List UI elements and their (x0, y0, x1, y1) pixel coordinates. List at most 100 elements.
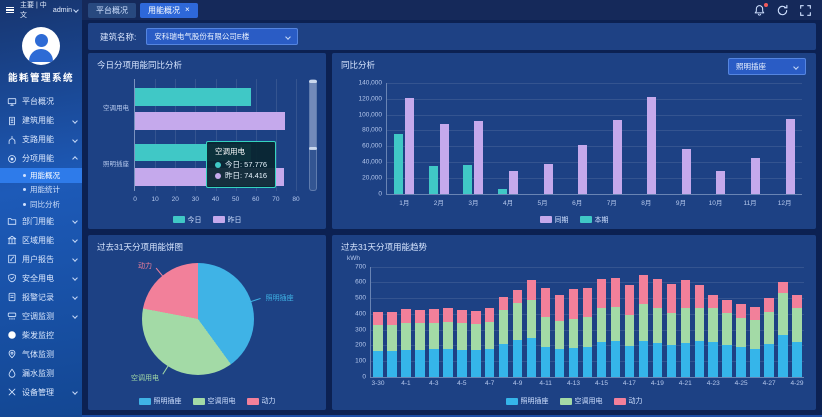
sidebar-item[interactable]: 漏水监测 (0, 364, 82, 383)
stacked-bar[interactable] (541, 267, 551, 378)
stacked-bar[interactable] (653, 267, 663, 378)
stacked-bar[interactable] (429, 267, 439, 378)
stacked-bar[interactable] (583, 267, 593, 378)
sidebar-item[interactable]: 分项用能 (0, 149, 82, 168)
stacked-bar[interactable] (611, 267, 621, 378)
stacked-bar[interactable] (401, 267, 411, 378)
tab[interactable]: 用能概况× (140, 3, 198, 18)
bar-slot (608, 267, 622, 378)
stacked-bar[interactable] (750, 267, 760, 378)
bar[interactable] (474, 121, 483, 194)
legend-item[interactable]: 空调用电 (193, 396, 236, 406)
building-select[interactable]: 安科瑞电气股份有限公司E楼 (146, 28, 298, 45)
legend-item[interactable]: 动力 (247, 396, 276, 406)
bar[interactable] (498, 189, 507, 194)
stacked-bar[interactable] (778, 267, 788, 378)
stacked-bar[interactable] (792, 267, 802, 378)
stacked-bar[interactable] (457, 267, 467, 378)
sidebar-item[interactable]: 柴发监控 (0, 326, 82, 345)
tab[interactable]: 平台概况 (88, 3, 136, 18)
stacked-bar[interactable] (764, 267, 774, 378)
bar-slot (748, 267, 762, 378)
bar[interactable] (463, 165, 472, 194)
stacked-bar[interactable] (736, 267, 746, 378)
x-tick-label: 30 (192, 196, 199, 203)
sidebar-subitem[interactable]: 用能概况 (0, 168, 82, 183)
stacked-bar[interactable] (681, 267, 691, 378)
bar-segment (597, 308, 607, 342)
sidebar-item[interactable]: 区域用能 (0, 231, 82, 250)
stacked-bar[interactable] (387, 267, 397, 378)
close-icon[interactable]: × (185, 6, 190, 14)
refresh-icon[interactable] (776, 4, 789, 17)
legend-item[interactable]: 动力 (614, 396, 643, 406)
bar[interactable] (716, 171, 725, 193)
bar-slot (664, 267, 678, 378)
locale-switcher[interactable]: 主要 | 中文 (20, 0, 49, 20)
bar-slot: 4-29 (790, 267, 804, 378)
legend-item[interactable]: 本期 (580, 215, 609, 225)
datazoom-slider[interactable] (309, 79, 317, 191)
bar[interactable] (429, 166, 438, 193)
hamburger-menu-icon[interactable] (4, 5, 16, 16)
stacked-bar[interactable] (667, 267, 677, 378)
legend-item[interactable]: 照明插座 (139, 396, 182, 406)
bar[interactable] (786, 119, 795, 194)
stacked-bar[interactable] (708, 267, 718, 378)
legend-item[interactable]: 今日 (173, 215, 202, 225)
stacked-bar[interactable] (485, 267, 495, 378)
bar[interactable] (613, 120, 622, 193)
bar-segment (415, 350, 425, 377)
sidebar-item[interactable]: 气体监测 (0, 345, 82, 364)
stacked-bar[interactable] (625, 267, 635, 378)
sidebar-item[interactable]: 平台概况 (0, 92, 82, 111)
fullscreen-icon[interactable] (799, 4, 812, 17)
sidebar-item[interactable]: 空调监测 (0, 307, 82, 326)
stacked-bar[interactable] (443, 267, 453, 378)
stacked-bar[interactable] (722, 267, 732, 378)
stacked-bar[interactable] (415, 267, 425, 378)
bar[interactable] (440, 124, 449, 193)
sidebar-item[interactable]: 支路用能 (0, 130, 82, 149)
sidebar-item[interactable]: 报警记录 (0, 288, 82, 307)
stacked-bar-chart[interactable]: 70060050040030020010003-304-14-34-54-74-… (370, 267, 804, 379)
bar[interactable] (135, 88, 251, 106)
sidebar-item[interactable]: 用户报告 (0, 250, 82, 269)
pie-chart[interactable]: 照明插座空调用电动力 (96, 253, 318, 391)
stacked-bar[interactable] (373, 267, 383, 378)
sidebar-subitem[interactable]: 同比分析 (0, 197, 82, 212)
stacked-bar[interactable] (695, 267, 705, 378)
user-menu[interactable]: admin (53, 7, 78, 14)
stacked-bar[interactable] (499, 267, 509, 378)
sidebar-subitem[interactable]: 用能统计 (0, 183, 82, 198)
sidebar-item[interactable]: 设备管理 (0, 383, 82, 402)
bar[interactable] (578, 145, 587, 193)
stacked-bar[interactable] (513, 267, 523, 378)
category-select[interactable]: 照明插座 (728, 58, 806, 75)
sidebar-item[interactable]: 建筑用能 (0, 111, 82, 130)
bar[interactable] (682, 149, 691, 194)
legend-item[interactable]: 空调用电 (560, 396, 603, 406)
legend-item[interactable]: 昨日 (213, 215, 242, 225)
stacked-bar[interactable] (569, 267, 579, 378)
bar[interactable] (394, 134, 403, 194)
sidebar-item[interactable]: 部门用能 (0, 212, 82, 231)
stacked-bar[interactable] (527, 267, 537, 378)
legend-item[interactable]: 照明插座 (506, 396, 549, 406)
sidebar-item[interactable]: 安全用电 (0, 269, 82, 288)
bar[interactable] (647, 97, 656, 193)
bar[interactable] (135, 112, 285, 130)
bar[interactable] (751, 158, 760, 194)
stacked-bar[interactable] (471, 267, 481, 378)
grouped-bar-chart[interactable]: 140,000120,000100,00080,00060,00040,0002… (386, 83, 802, 195)
slider-handle[interactable] (309, 147, 317, 150)
bar[interactable] (405, 98, 414, 194)
legend-item[interactable]: 同期 (540, 215, 569, 225)
stacked-bar[interactable] (555, 267, 565, 378)
bar[interactable] (509, 171, 518, 194)
bar[interactable] (544, 164, 553, 193)
slider-handle[interactable] (309, 80, 317, 83)
stacked-bar[interactable] (597, 267, 607, 378)
bell-icon[interactable] (753, 4, 766, 17)
stacked-bar[interactable] (639, 267, 649, 378)
